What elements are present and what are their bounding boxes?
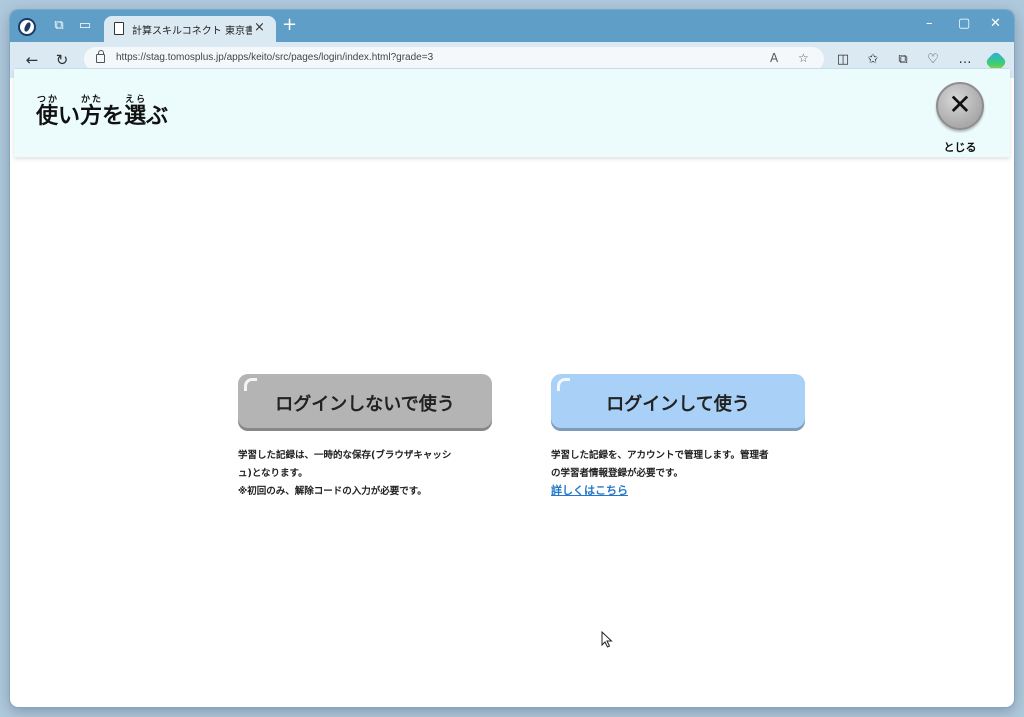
extensions-icon[interactable]: ♡ bbox=[924, 51, 942, 69]
minimize-button[interactable]: – bbox=[926, 16, 933, 31]
favorites-icon[interactable]: ✩ bbox=[864, 51, 882, 69]
close-window-button[interactable]: ✕ bbox=[990, 16, 1001, 31]
split-screen-icon[interactable]: ◫ bbox=[834, 51, 852, 69]
tab-strip: ⧉ ▭ 計算スキルコネクト 東京書籍版 × + – ▢ ✕ bbox=[10, 10, 1014, 42]
title-char-i: い bbox=[58, 104, 81, 129]
page-icon bbox=[114, 22, 124, 35]
lock-icon[interactable] bbox=[96, 50, 105, 63]
read-aloud-icon[interactable]: A bbox=[770, 51, 778, 65]
tab-active[interactable]: 計算スキルコネクト 東京書籍版 × bbox=[104, 16, 276, 42]
close-button[interactable]: ✕ bbox=[936, 82, 984, 130]
tab-close-icon[interactable]: × bbox=[254, 20, 265, 35]
back-icon[interactable]: ← bbox=[22, 50, 42, 70]
details-link[interactable]: 詳しくはこちら bbox=[551, 483, 811, 499]
workspaces-icon[interactable]: ⧉ bbox=[50, 17, 68, 35]
title-char-wo: を bbox=[102, 104, 125, 129]
tab-title: 計算スキルコネクト 東京書籍版 bbox=[132, 26, 252, 37]
refresh-icon[interactable]: ↻ bbox=[52, 50, 72, 70]
browser-window: ⧉ ▭ 計算スキルコネクト 東京書籍版 × + – ▢ ✕ ← ↻ https:… bbox=[10, 10, 1014, 707]
more-menu-icon[interactable]: … bbox=[956, 51, 974, 69]
title-char-bu: ぶ bbox=[146, 104, 169, 129]
tab-actions-icon[interactable]: ▭ bbox=[76, 17, 94, 35]
guest-description: 学習した記録は、一時的な保存(ブラウザキャッシ ュ)となります。 ※初回のみ、解… bbox=[238, 450, 452, 497]
close-label: とじる bbox=[943, 141, 977, 154]
use-with-login-button[interactable]: ログインして使う bbox=[551, 374, 805, 431]
page-title: 使つかい方かたを選えらぶ bbox=[36, 95, 168, 130]
title-char-era: 選えら bbox=[124, 95, 147, 129]
page-content: 使つかい方かたを選えらぶ ✕ とじる ログインしないで使う 学習した記録は、一時… bbox=[14, 68, 1010, 703]
profile-icon[interactable] bbox=[18, 18, 36, 36]
title-char-tsuka: 使つか bbox=[36, 95, 59, 129]
title-char-kata: 方かた bbox=[80, 95, 103, 129]
url-text[interactable]: https://stag.tomosplus.jp/apps/keito/src… bbox=[116, 52, 433, 63]
page-header: 使つかい方かたを選えらぶ ✕ とじる bbox=[14, 69, 1010, 157]
maximize-button[interactable]: ▢ bbox=[958, 16, 970, 31]
login-description: 学習した記録を、アカウントで管理します。管理者 の学習者情報登録が必要です。 詳… bbox=[551, 447, 811, 499]
favorite-star-icon[interactable]: ☆ bbox=[798, 51, 809, 65]
use-without-login-button[interactable]: ログインしないで使う bbox=[238, 374, 492, 431]
new-tab-button[interactable]: + bbox=[282, 16, 297, 34]
collections-icon[interactable]: ⧉ bbox=[894, 51, 912, 69]
